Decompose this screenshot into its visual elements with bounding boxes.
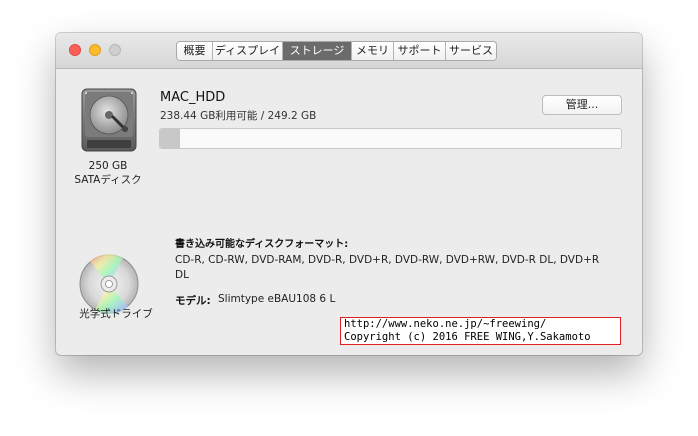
formats-list: CD-R, CD-RW, DVD-RAM, DVD-R, DVD+R, DVD-… [175,254,600,281]
zoom-button [109,44,121,56]
disk-type: SATAディスク [74,174,142,186]
tab-storage[interactable]: ストレージ [283,42,352,60]
volume-name: MAC_HDD [160,90,226,105]
copyright-notice: http://www.neko.ne.jp/~freewing/ Copyrig… [340,317,621,345]
model-value: Slimtype eBAU108 6 L [218,293,336,305]
formats-title: 書き込み可能なディスクフォーマット: [175,239,349,250]
tab-service[interactable]: サービス [446,42,496,60]
tab-memory[interactable]: メモリ [352,42,394,60]
titlebar: 概要 ディスプレイ ストレージ メモリ サポート サービス [56,33,642,69]
storage-window: 概要 ディスプレイ ストレージ メモリ サポート サービス 250 GB SAT… [56,33,642,355]
tab-overview[interactable]: 概要 [177,42,213,60]
storage-usage-bar [159,128,622,149]
manage-button[interactable]: 管理... [542,95,622,115]
close-button[interactable] [69,44,81,56]
credit-url: http://www.neko.ne.jp/~freewing/ [344,318,547,330]
tab-bar: 概要 ディスプレイ ストレージ メモリ サポート サービス [176,41,497,61]
disk-size: 250 GB [88,160,128,172]
credit-copyright: Copyright (c) 2016 FREE WING,Y.Sakamoto [344,331,591,343]
storage-pane: 250 GB SATAディスク MAC_HDD 238.44 GB利用可能 / … [56,70,642,355]
hard-disk-icon [81,88,137,152]
volume-availability: 238.44 GB利用可能 / 249.2 GB [160,110,317,122]
storage-usage-fill [160,129,180,148]
optical-drive-label: 光学式ドライブ [79,308,153,320]
tab-displays[interactable]: ディスプレイ [213,42,283,60]
tab-support[interactable]: サポート [394,42,446,60]
minimize-button[interactable] [89,44,101,56]
model-label: モデル: [175,295,211,307]
